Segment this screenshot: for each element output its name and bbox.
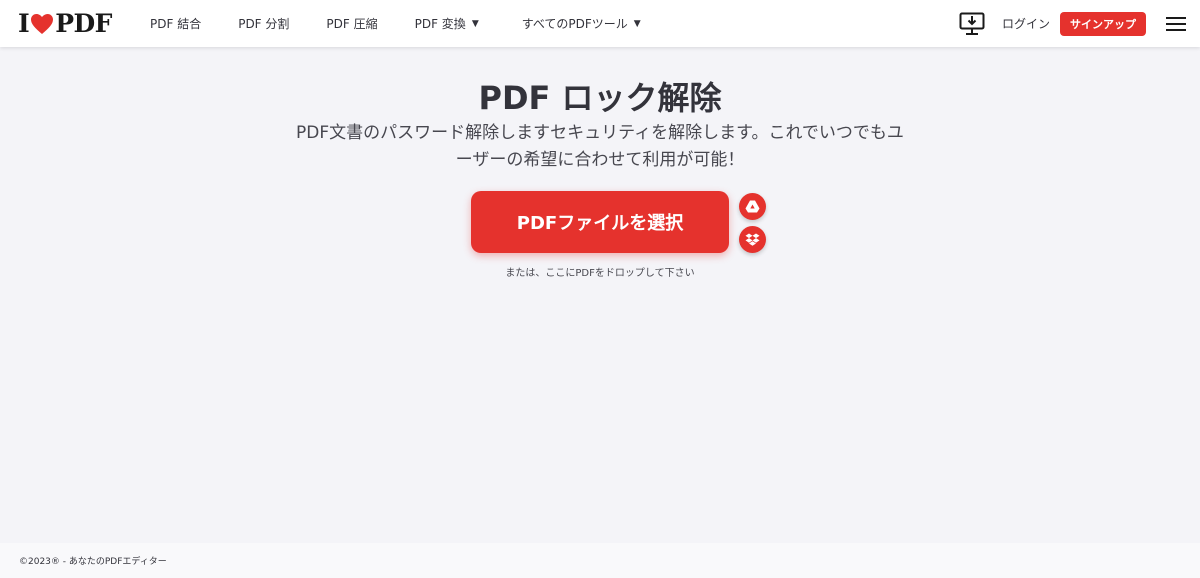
- signup-button[interactable]: サインアップ: [1060, 11, 1146, 36]
- nav-label: PDF 変換: [414, 17, 466, 31]
- drop-hint-text: または、ここにPDFをドロップして下さい: [505, 268, 695, 279]
- nav-label: PDF 圧縮: [326, 17, 378, 31]
- nav-all-tools[interactable]: すべてのPDFツール ▼: [522, 15, 641, 32]
- page-subtitle: PDF文書のパスワード解除しますセキュリティを解除します。これでいつでもユーザー…: [296, 123, 904, 170]
- nav-split-pdf[interactable]: PDF 分割: [238, 15, 289, 32]
- main-content: PDF ロック解除 PDF文書のパスワード解除しますセキュリティを解除します。こ…: [0, 47, 1200, 543]
- ilovepdf-logo[interactable]: I PDF: [18, 9, 112, 38]
- select-pdf-button[interactable]: PDFファイルを選択: [471, 191, 729, 253]
- header-actions: ログイン サインアップ: [959, 0, 1186, 47]
- desktop-download-icon[interactable]: [959, 12, 985, 36]
- top-header: I PDF PDF 結合 PDF 分割 PDF 圧縮 PDF 変換 ▼ すべての…: [0, 0, 1200, 47]
- nav-convert-pdf[interactable]: PDF 変換 ▼: [415, 15, 479, 32]
- footer: ©2023® - あなたのPDFエディター: [0, 543, 1200, 578]
- nav-compress-pdf[interactable]: PDF 圧縮: [326, 15, 377, 32]
- google-drive-button[interactable]: [739, 193, 766, 220]
- main-nav: PDF 結合 PDF 分割 PDF 圧縮 PDF 変換 ▼ すべてのPDFツール…: [150, 0, 641, 47]
- nav-label: PDF 分割: [238, 17, 290, 31]
- page-title: PDF ロック解除: [478, 79, 722, 117]
- hamburger-menu-icon[interactable]: [1166, 16, 1186, 32]
- login-link[interactable]: ログイン: [1002, 15, 1050, 32]
- nav-label: PDF 結合: [150, 17, 202, 31]
- nav-merge-pdf[interactable]: PDF 結合: [150, 15, 201, 32]
- logo-prefix: I: [18, 9, 30, 38]
- google-drive-icon: [745, 200, 760, 213]
- logo-suffix: PDF: [55, 9, 112, 38]
- dropbox-icon: [745, 233, 760, 246]
- heart-icon: [31, 13, 54, 34]
- copyright-text: ©2023® - あなたのPDFエディター: [19, 557, 167, 567]
- caret-down-icon: ▼: [633, 18, 641, 29]
- dropbox-button[interactable]: [739, 226, 766, 253]
- caret-down-icon: ▼: [471, 18, 479, 29]
- nav-label: すべてのPDFツール: [521, 17, 628, 31]
